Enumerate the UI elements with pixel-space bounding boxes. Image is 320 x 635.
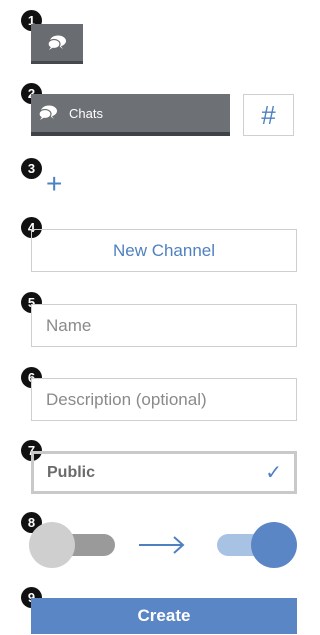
privacy-select-label: Public [47, 463, 96, 481]
right-arrow-icon [139, 536, 185, 554]
chats-bar[interactable]: Chats [31, 94, 230, 136]
step-number-3: 3 [21, 158, 42, 179]
toggle-on-knob [251, 522, 297, 568]
chat-bubbles-icon [47, 35, 66, 50]
add-icon[interactable]: + [46, 170, 62, 198]
toggle-off-knob [29, 522, 75, 568]
new-channel-button[interactable]: New Channel [31, 229, 297, 272]
chats-icon-button[interactable] [31, 24, 83, 64]
chat-bubbles-icon [38, 105, 57, 120]
name-input[interactable] [31, 304, 297, 347]
checkmark-icon: ✓ [265, 462, 282, 484]
toggle-on[interactable] [217, 522, 297, 568]
description-input[interactable] [31, 378, 297, 421]
privacy-select[interactable]: Public ✓ [31, 451, 297, 494]
channels-hash-button[interactable]: # [243, 94, 294, 136]
new-channel-label: New Channel [112, 240, 216, 260]
hash-icon: # [261, 99, 276, 130]
chats-label: Chats [69, 105, 103, 121]
toggle-off[interactable] [29, 522, 117, 568]
create-button[interactable]: Create [31, 598, 297, 634]
